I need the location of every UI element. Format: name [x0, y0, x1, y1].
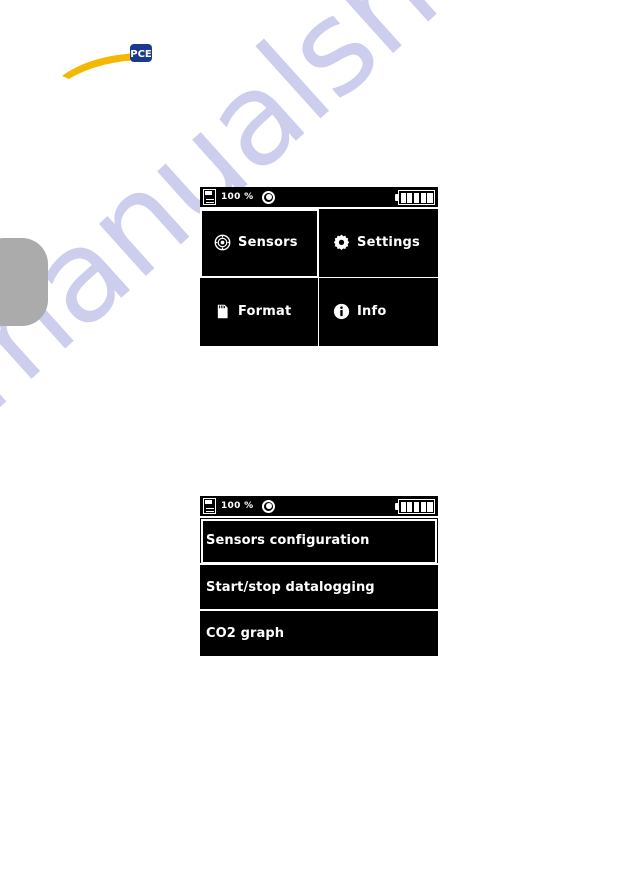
list-item-sensors-configuration[interactable]: Sensors configuration	[200, 518, 438, 565]
list-item-co2-graph[interactable]: CO2 graph	[200, 611, 438, 656]
record-circle-icon	[262, 190, 276, 204]
menu-tile-label: Sensors	[238, 235, 298, 251]
sensors-menu-list: Sensors configuration Start/stop datalog…	[200, 518, 438, 656]
menu-tile-label: Format	[238, 304, 292, 320]
list-item-label: Sensors configuration	[206, 532, 370, 548]
menu-tile-label: Settings	[357, 235, 420, 251]
battery-cell	[413, 192, 420, 203]
sd-card-icon	[203, 498, 216, 514]
menu-tile-format[interactable]: Format	[200, 277, 319, 346]
gear-icon	[333, 234, 350, 251]
battery-cell	[400, 192, 406, 203]
sensor-icon	[214, 234, 231, 251]
battery-cell	[420, 192, 426, 203]
battery-body	[398, 499, 435, 514]
sd-card-icon	[214, 303, 231, 320]
battery-full-icon	[395, 190, 435, 205]
page-edge-tab	[0, 238, 48, 326]
menu-tile-sensors[interactable]: Sensors	[200, 209, 319, 278]
battery-cell	[407, 192, 413, 203]
status-bar: 100 %	[200, 496, 438, 518]
battery-cell	[413, 501, 420, 512]
battery-cell	[400, 501, 406, 512]
info-icon	[333, 303, 350, 320]
menu-tile-info[interactable]: Info	[319, 278, 438, 347]
status-bar: 100 %	[200, 187, 438, 209]
battery-full-icon	[395, 499, 435, 514]
menu-tile-label: Info	[357, 304, 387, 320]
device-screen-main-menu: 100 % Sensors Settings Format Info	[200, 187, 438, 346]
battery-cell	[427, 501, 433, 512]
record-circle-icon	[262, 499, 276, 513]
main-menu-tile-grid: Sensors Settings Format Info	[200, 209, 438, 346]
list-item-label: CO2 graph	[206, 626, 285, 642]
battery-body	[398, 190, 435, 205]
status-bar-left: 100 %	[200, 498, 276, 514]
device-screen-sensors-menu: 100 % Sensors configuration Start/stop d…	[200, 496, 438, 656]
status-bar-left: 100 %	[200, 189, 276, 205]
battery-cell	[407, 501, 413, 512]
battery-cell	[420, 501, 426, 512]
list-item-label: Start/stop datalogging	[206, 579, 375, 595]
sd-card-icon	[203, 189, 216, 205]
memory-percent-label: 100 %	[221, 192, 254, 202]
battery-cell	[427, 192, 433, 203]
menu-tile-settings[interactable]: Settings	[319, 209, 438, 278]
list-item-start-stop-datalogging[interactable]: Start/stop datalogging	[200, 565, 438, 612]
pce-logo: PCE	[58, 40, 168, 80]
memory-percent-label: 100 %	[221, 501, 254, 511]
svg-text:PCE: PCE	[130, 49, 152, 60]
